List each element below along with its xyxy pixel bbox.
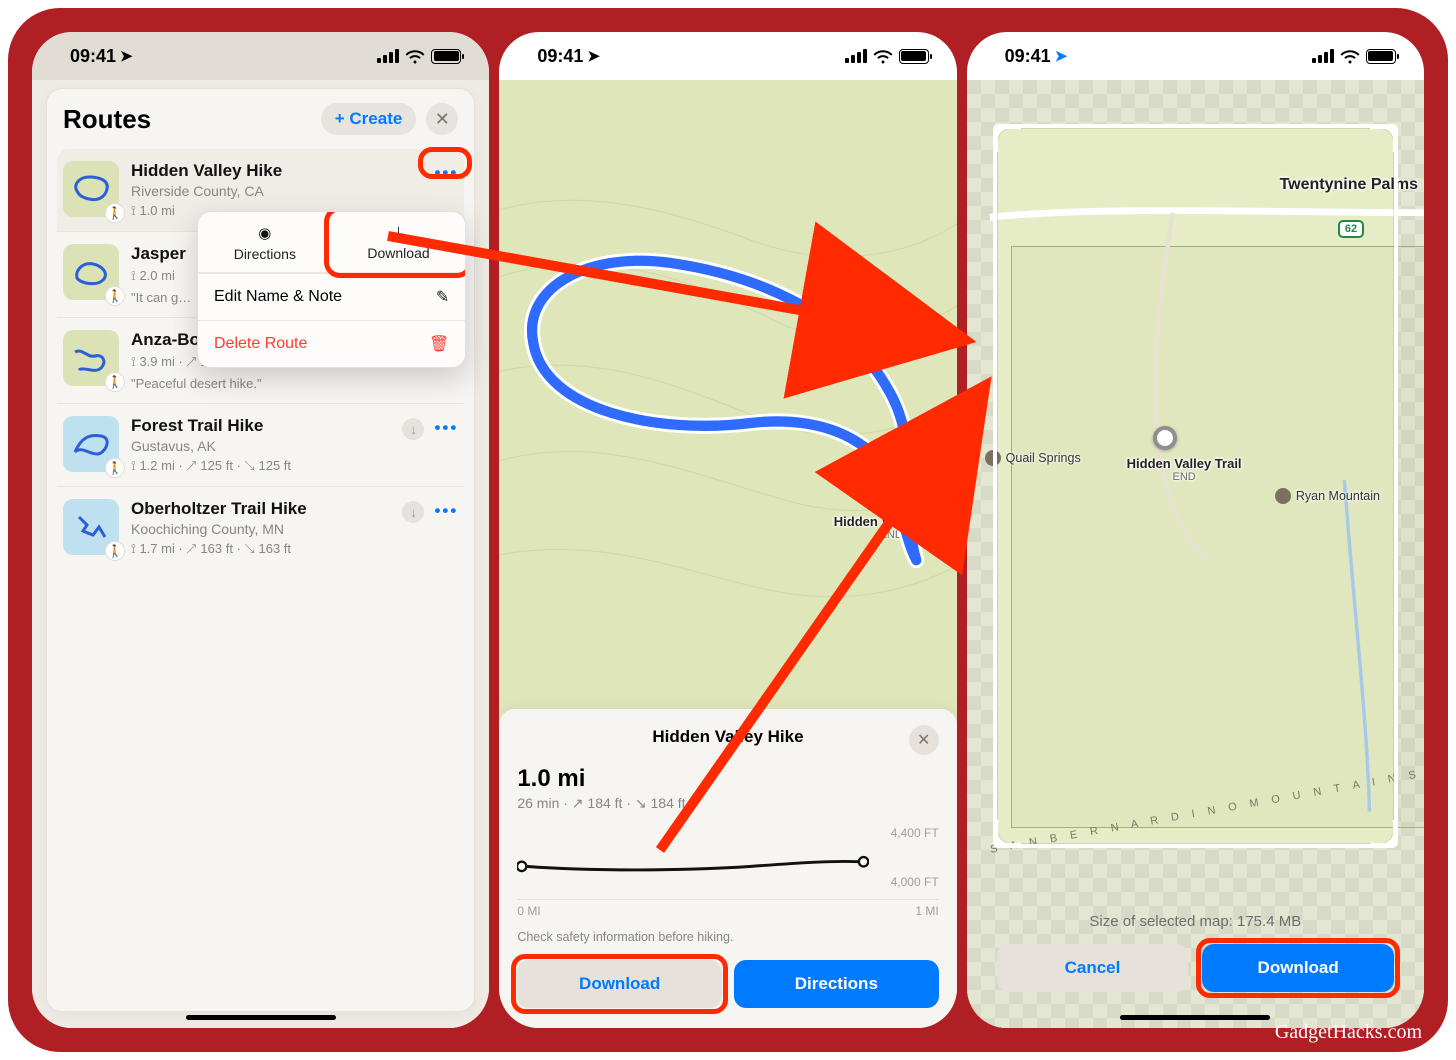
routes-panel: Routes + Create ✕ 🚶 Hidden Val [46,88,475,1012]
trash-icon: 🗑 [429,334,449,354]
download-map-view[interactable]: Twentynine Palms 62 Quail Springs Ryan M… [967,80,1424,1028]
phone-routes-list: 09:41 ➤ Routes + Create ✕ [32,32,489,1028]
route-title: Forest Trail Hike [131,416,390,436]
route-note: "Peaceful desert hike." [131,376,390,391]
battery-icon [431,49,461,64]
phone-download-map: 09:41 ➤ Twentynine Palms [967,32,1424,1028]
route-subtitle: Koochiching County, MN [131,521,390,537]
popover-download[interactable]: ⤓ Download [332,212,466,272]
home-indicator [1120,1015,1270,1020]
directions-button[interactable]: Directions [734,960,939,1008]
status-time: 09:41 [70,46,116,67]
status-bar: 09:41 ➤ [967,32,1424,80]
location-arrow-icon: ➤ [120,47,133,65]
status-time: 09:41 [537,46,583,67]
elevation-chart: 4,400 FT 4,000 FT [517,828,938,900]
walk-icon: 🚶 [105,286,125,306]
location-arrow-icon: ➤ [1055,47,1068,65]
status-time: 09:41 [1005,46,1051,67]
route-title: Hidden Valley Hike [131,161,422,181]
route-item[interactable]: 🚶 Oberholtzer Trail Hike Koochiching Cou… [57,487,464,569]
location-arrow-icon: ➤ [587,47,600,65]
route-item[interactable]: 🚶 Hidden Valley Hike Riverside County, C… [57,149,464,232]
cell-signal-icon [377,49,399,63]
directions-icon: ◉ [204,224,326,242]
selection-corner-handle[interactable] [993,820,1021,848]
status-bar: 09:41 ➤ [32,32,489,80]
download-button[interactable]: Download [1202,944,1394,992]
route-subtitle: Gustavus, AK [131,438,390,454]
route-thumbnail: 🚶 [63,499,119,555]
x-axis-start: 0 MI [517,904,540,918]
home-indicator [186,1015,336,1020]
download-mini-icon[interactable]: ↓ [402,501,424,523]
cancel-button[interactable]: Cancel [997,944,1189,992]
pencil-icon: ✎ [436,287,449,307]
route-thumbnail: 🚶 [63,244,119,300]
phone-route-detail: 09:41 ➤ [499,32,956,1028]
safety-disclaimer: Check safety information before hiking. [517,930,938,944]
watermark: GadgetHacks.com [1275,1021,1422,1044]
selection-corner-handle[interactable] [1370,820,1398,848]
elevation-line-icon [517,850,868,885]
create-route-button[interactable]: + Create [321,103,417,135]
popover-directions[interactable]: ◉ Directions [198,212,332,272]
route-subtitle: Riverside County, CA [131,183,422,199]
map-selection-rect[interactable] [993,124,1398,848]
route-more-button[interactable]: ••• [434,163,458,183]
sheet-close-button[interactable]: ✕ [909,725,939,755]
panel-title: Routes [63,104,151,135]
sheet-title: Hidden Valley Hike [652,727,803,747]
download-mini-icon[interactable]: ↓ [402,418,424,440]
cell-signal-icon [845,49,867,63]
selection-corner-handle[interactable] [993,124,1021,152]
route-item[interactable]: 🚶 Forest Trail Hike Gustavus, AK ⟟ 1.2 m… [57,404,464,487]
route-thumbnail: 🚶 [63,416,119,472]
popover-delete[interactable]: Delete Route 🗑 [198,320,465,367]
walk-icon: 🚶 [105,372,125,392]
wifi-icon [1340,49,1360,64]
x-axis-end: 1 MI [915,904,938,918]
trail-map[interactable]: Hidden Valley Trail END Hidden Valley Hi… [499,80,956,1028]
walk-icon: 🚶 [105,203,125,223]
route-detail-sheet: Hidden Valley Hike ✕ 1.0 mi 26 min · ↗ 1… [499,709,956,1028]
route-title: Oberholtzer Trail Hike [131,499,390,519]
walk-icon: 🚶 [105,541,125,561]
selection-corner-handle[interactable] [1370,124,1398,152]
trail-route-line [499,80,956,720]
battery-icon [899,49,929,64]
download-button[interactable]: Download [517,960,722,1008]
route-thumbnail: 🚶 [63,161,119,217]
wifi-icon [405,49,425,64]
cell-signal-icon [1312,49,1334,63]
route-meta: ⟟ 1.7 mi · ↗ 163 ft · ↘ 163 ft [131,541,390,557]
routes-list: 🚶 Hidden Valley Hike Riverside County, C… [47,149,474,569]
route-popover: ◉ Directions ⤓ Download Edit N [197,211,466,368]
route-more-button[interactable]: ••• [434,418,458,438]
status-bar: 09:41 ➤ [499,32,956,80]
popover-edit[interactable]: Edit Name & Note ✎ [198,273,465,320]
map-size-label: Size of selected map: 175.4 MB [967,913,1424,930]
route-distance: 1.0 mi [517,765,938,793]
wifi-icon [873,49,893,64]
route-stats-sub: 26 min · ↗ 184 ft · ↘ 184 ft [517,795,938,812]
route-thumbnail: 🚶 [63,330,119,386]
route-meta: ⟟ 1.2 mi · ↗ 125 ft · ↘ 125 ft [131,458,390,474]
walk-icon: 🚶 [105,458,125,478]
battery-icon [1366,49,1396,64]
download-icon: ⤓ [338,224,460,241]
route-more-button[interactable]: ••• [434,501,458,521]
close-panel-button[interactable]: ✕ [426,103,458,135]
